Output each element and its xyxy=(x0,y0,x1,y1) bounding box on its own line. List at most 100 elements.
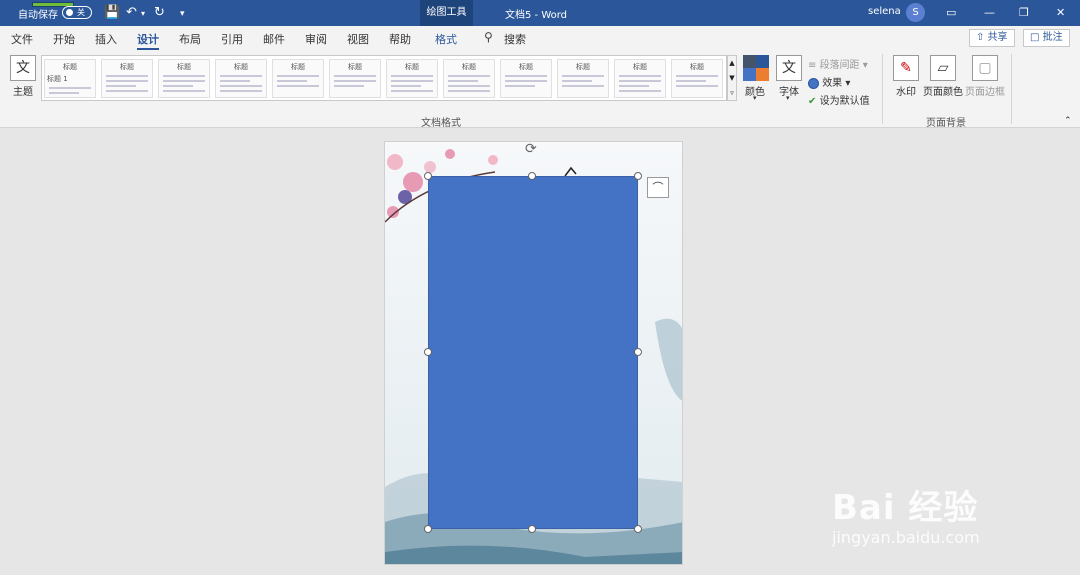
tab-format[interactable]: 格式 xyxy=(435,31,457,47)
resize-handle[interactable] xyxy=(528,172,536,180)
undo-icon[interactable]: ↶ xyxy=(126,5,137,20)
tab-mailings[interactable]: 邮件 xyxy=(263,31,285,47)
swatch-cell xyxy=(756,68,769,81)
checkmark-icon: ✔ xyxy=(808,96,817,107)
tab-layout[interactable]: 布局 xyxy=(179,31,201,47)
style-set-gallery: 标题 标题 1 标题 标题 标题 标题 标题 标题 标题 标题 标题 标题 标题 xyxy=(41,55,727,101)
fonts-icon: 文 xyxy=(776,55,802,81)
style-set-thumb[interactable]: 标题 xyxy=(500,59,552,98)
group-separator xyxy=(882,54,883,124)
ribbon-display-options-icon[interactable]: ▭ xyxy=(946,6,956,19)
page-color-button[interactable]: ▱ 页面颜色 xyxy=(922,55,964,98)
themes-label: 主题 xyxy=(13,87,33,98)
avatar[interactable]: S xyxy=(906,3,925,22)
tab-help[interactable]: 帮助 xyxy=(389,31,411,47)
resize-handle[interactable] xyxy=(424,525,432,533)
autosave-label: 自动保存 xyxy=(18,10,58,21)
tab-design[interactable]: 设计 xyxy=(137,31,159,50)
themes-button[interactable]: 文 主题 xyxy=(9,55,37,98)
effects-label: 效果 xyxy=(822,78,843,89)
page-color-icon: ▱ xyxy=(930,55,956,81)
resize-handle[interactable] xyxy=(634,525,642,533)
share-button[interactable]: ⇧ 共享 xyxy=(969,29,1015,47)
minimize-icon[interactable]: — xyxy=(984,6,995,19)
style-set-thumb[interactable]: 标题 xyxy=(557,59,609,98)
page-borders-button[interactable]: ▢ 页面边框 xyxy=(964,55,1006,98)
paragraph-spacing-button[interactable]: ≡ 段落间距 ▾ xyxy=(808,56,868,71)
tab-references[interactable]: 引用 xyxy=(221,31,243,47)
style-set-thumb[interactable]: 标题 xyxy=(272,59,324,98)
gallery-scroll[interactable]: ▲ ▼ ▿ xyxy=(727,55,737,101)
gallery-more-icon[interactable]: ▿ xyxy=(728,86,736,101)
thumb-title: 标题 xyxy=(633,63,647,71)
resize-handle[interactable] xyxy=(424,172,432,180)
themes-icon: 文 xyxy=(10,55,36,81)
layout-options-icon: ⌒ xyxy=(652,181,664,194)
redo-icon[interactable]: ↻ xyxy=(154,5,165,20)
resize-handle[interactable] xyxy=(424,348,432,356)
thumb-heading: 标题 1 xyxy=(47,75,68,83)
swatch-cell xyxy=(743,68,756,81)
restore-icon[interactable]: ❐ xyxy=(1019,6,1029,19)
resize-handle[interactable] xyxy=(528,525,536,533)
swatch-cell xyxy=(756,55,769,68)
theme-fonts-button[interactable]: 文 字体 xyxy=(775,55,803,98)
set-as-default-label: 设为默认值 xyxy=(819,96,870,107)
search-box[interactable]: 搜索 xyxy=(504,31,526,47)
set-as-default-button[interactable]: ✔ 设为默认值 xyxy=(808,92,870,107)
effects-button[interactable]: 效果 ▾ xyxy=(808,74,850,89)
page-color-label: 页面颜色 xyxy=(923,87,963,98)
thumb-title: 标题 xyxy=(462,63,476,71)
style-set-thumb[interactable]: 标题 xyxy=(614,59,666,98)
layout-options-button[interactable]: ⌒ xyxy=(647,177,669,198)
selected-rectangle-shape[interactable] xyxy=(428,176,638,529)
style-set-thumb[interactable]: 标题 xyxy=(101,59,153,98)
style-set-thumb[interactable]: 标题 xyxy=(215,59,267,98)
style-set-thumb[interactable]: 标题 标题 1 xyxy=(44,59,96,98)
gallery-down-icon[interactable]: ▼ xyxy=(728,71,736,86)
search-icon[interactable]: ⚲ xyxy=(484,30,493,44)
rotate-handle-icon[interactable]: ⟳ xyxy=(525,141,537,157)
autosave-toggle[interactable]: 关 xyxy=(62,6,92,19)
customize-toolbar-icon[interactable]: ▾ xyxy=(180,9,185,19)
page-borders-label: 页面边框 xyxy=(965,87,1005,98)
style-set-thumb[interactable]: 标题 xyxy=(158,59,210,98)
thumb-title: 标题 xyxy=(234,63,248,71)
tab-view[interactable]: 视图 xyxy=(347,31,369,47)
user-name[interactable]: selena xyxy=(868,6,901,17)
save-icon[interactable]: 💾 xyxy=(104,5,120,20)
fonts-dropdown-icon[interactable]: ▾ xyxy=(786,94,790,102)
resize-handle[interactable] xyxy=(634,172,642,180)
watermark-button[interactable]: ✎ 水印 xyxy=(892,55,920,98)
comments-button[interactable]: □ 批注 xyxy=(1023,29,1070,47)
theme-colors-icon[interactable] xyxy=(743,55,769,81)
resize-handle[interactable] xyxy=(634,348,642,356)
style-set-thumb[interactable]: 标题 xyxy=(671,59,723,98)
tab-file[interactable]: 文件 xyxy=(11,31,33,47)
ribbon-tabs: 文件 开始 插入 设计 布局 引用 邮件 审阅 视图 帮助 格式 ⚲ 搜索 ⇧ … xyxy=(0,26,1080,50)
page-borders-icon: ▢ xyxy=(972,55,998,81)
watermark-url: jingyan.baidu.com xyxy=(832,528,980,547)
style-set-thumb[interactable]: 标题 xyxy=(386,59,438,98)
document-formatting-group-label: 文档格式 xyxy=(421,118,461,129)
tab-home[interactable]: 开始 xyxy=(53,31,75,47)
collapse-ribbon-icon[interactable]: ⌃ xyxy=(1064,116,1072,126)
style-set-thumb[interactable]: 标题 xyxy=(329,59,381,98)
tab-review[interactable]: 审阅 xyxy=(305,31,327,47)
thumb-title: 标题 xyxy=(519,63,533,71)
colors-dropdown-icon[interactable]: ▾ xyxy=(753,94,757,102)
page-background-group-label: 页面背景 xyxy=(926,118,966,129)
drawing-tools-context-tab: 绘图工具 xyxy=(420,0,473,26)
gallery-up-icon[interactable]: ▲ xyxy=(728,56,736,71)
swatch-cell xyxy=(743,55,756,68)
comments-label: 批注 xyxy=(1042,32,1063,43)
close-icon[interactable]: ✕ xyxy=(1056,6,1065,19)
baidu-jingyan-watermark: Bai 经验 xyxy=(832,488,979,528)
title-bar: 自动保存 关 💾 ↶ ▾ ↻ ▾ 绘图工具 文档5 - Word selena … xyxy=(0,0,1080,26)
undo-dropdown-icon[interactable]: ▾ xyxy=(141,9,145,18)
group-separator xyxy=(1011,54,1012,124)
style-set-thumb[interactable]: 标题 xyxy=(443,59,495,98)
tab-insert[interactable]: 插入 xyxy=(95,31,117,47)
document-title: 文档5 - Word xyxy=(505,10,568,21)
share-label: 共享 xyxy=(987,32,1008,43)
